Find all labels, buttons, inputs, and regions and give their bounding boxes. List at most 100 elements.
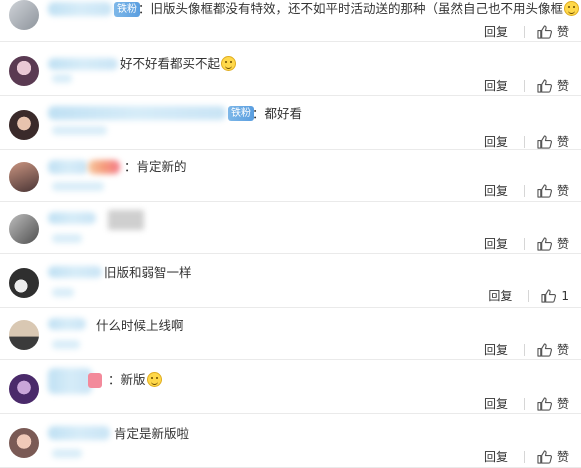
blurred-text xyxy=(52,182,104,191)
divider xyxy=(523,135,525,148)
like-button[interactable]: 赞 xyxy=(537,235,569,252)
like-label: 赞 xyxy=(556,184,569,198)
thumbs-up-icon xyxy=(537,78,552,93)
avatar[interactable] xyxy=(9,214,39,244)
reply-button[interactable]: 回复 xyxy=(484,23,508,40)
like-button[interactable]: 赞 xyxy=(537,395,569,412)
avatar[interactable] xyxy=(9,0,39,30)
username-blurred[interactable] xyxy=(48,426,110,440)
username-blurred[interactable] xyxy=(48,318,86,330)
like-label: 赞 xyxy=(556,397,569,411)
username-blurred[interactable] xyxy=(48,160,88,174)
comment-text: ：都好看 xyxy=(252,106,303,121)
divider xyxy=(523,79,525,92)
blurred-text xyxy=(52,288,74,297)
avatar[interactable] xyxy=(9,268,39,298)
thumbs-up-icon xyxy=(541,288,557,303)
fan-badge: 铁粉 xyxy=(114,2,140,17)
comment-text: 什么时候上线啊 xyxy=(96,318,184,333)
blurred-text xyxy=(52,449,82,458)
comment-actions: 回复 赞 xyxy=(484,182,569,199)
reply-button[interactable]: 回复 xyxy=(484,133,508,150)
comment-actions: 回复 赞 xyxy=(484,341,569,358)
avatar[interactable] xyxy=(9,320,39,350)
reply-button[interactable]: 回复 xyxy=(484,77,508,94)
reply-button[interactable]: 回复 xyxy=(488,287,512,304)
divider xyxy=(528,289,530,302)
fan-badge: 铁粉 xyxy=(228,106,254,121)
emoji-icon xyxy=(564,1,580,16)
comment-text: 旧版和弱智一样 xyxy=(104,265,192,280)
comment-actions: 回复 1 xyxy=(488,287,569,304)
divider xyxy=(523,343,525,356)
username-blurred[interactable] xyxy=(48,2,112,16)
fan-badge xyxy=(88,373,102,388)
reply-button[interactable]: 回复 xyxy=(484,448,508,465)
reply-button[interactable]: 回复 xyxy=(484,182,508,199)
username-blurred[interactable] xyxy=(48,266,102,278)
username-blurred[interactable] xyxy=(48,212,96,224)
like-button[interactable]: 赞 xyxy=(537,133,569,150)
comment-actions: 回复 赞 xyxy=(484,77,569,94)
username-blurred[interactable] xyxy=(48,368,92,394)
username-blurred[interactable] xyxy=(48,106,226,120)
like-label: 赞 xyxy=(556,135,569,149)
avatar[interactable] xyxy=(9,162,39,192)
comment-text: 肯定是新版啦 xyxy=(114,426,190,441)
like-button[interactable]: 赞 xyxy=(537,341,569,358)
comment-item: 肯定是新版啦 回复 赞 xyxy=(0,416,581,468)
comment-text: 好不好看都买不起 xyxy=(120,56,237,72)
avatar[interactable] xyxy=(9,374,39,404)
avatar[interactable] xyxy=(9,56,39,86)
blurred-text xyxy=(52,74,72,83)
thumbs-up-icon xyxy=(537,24,552,39)
divider xyxy=(523,184,525,197)
thumbs-up-icon xyxy=(537,396,552,411)
comment-item: 铁粉 ：旧版头像框都没有特效，还不如平时活动送的那种（虽然自己也不用头像框 回复… xyxy=(0,0,581,42)
reply-button[interactable]: 回复 xyxy=(484,341,508,358)
comment-item: 旧版和弱智一样 回复 1 xyxy=(0,256,581,308)
thumbs-up-icon xyxy=(537,342,552,357)
divider xyxy=(523,450,525,463)
like-label: 赞 xyxy=(556,343,569,357)
avatar[interactable] xyxy=(9,428,39,458)
comment-item: 回复 赞 xyxy=(0,202,581,254)
username-blurred[interactable] xyxy=(48,58,118,70)
comment-item: 好不好看都买不起 回复 赞 xyxy=(0,44,581,96)
like-button[interactable]: 赞 xyxy=(537,77,569,94)
avatar[interactable] xyxy=(9,110,39,140)
like-button[interactable]: 赞 xyxy=(537,448,569,465)
like-label: 赞 xyxy=(556,237,569,251)
blurred-text xyxy=(52,234,82,243)
emoji-icon xyxy=(146,372,162,387)
comment-item: 铁粉 ：都好看 回复 赞 xyxy=(0,98,581,150)
like-button[interactable]: 赞 xyxy=(537,182,569,199)
comment-item: 什么时候上线啊 回复 赞 xyxy=(0,308,581,360)
thumbs-up-icon xyxy=(537,236,552,251)
username-blurred xyxy=(88,160,120,174)
comment-text: ：肯定新的 xyxy=(124,159,187,174)
blurred-text xyxy=(52,340,80,349)
comment-actions: 回复 赞 xyxy=(484,235,569,252)
divider xyxy=(523,397,525,410)
reply-button[interactable]: 回复 xyxy=(484,395,508,412)
divider xyxy=(523,237,525,250)
like-button[interactable]: 1 xyxy=(541,289,569,303)
reply-button[interactable]: 回复 xyxy=(484,235,508,252)
comment-item: ：新版 回复 赞 xyxy=(0,362,581,414)
blurred-text xyxy=(108,210,144,230)
blurred-text xyxy=(52,126,107,135)
thumbs-up-icon xyxy=(537,449,552,464)
like-count: 1 xyxy=(561,288,569,303)
like-button[interactable]: 赞 xyxy=(537,23,569,40)
comment-text: ：新版 xyxy=(108,372,162,388)
comment-actions: 回复 赞 xyxy=(484,395,569,412)
like-label: 赞 xyxy=(556,25,569,39)
comment-text: ：旧版头像框都没有特效，还不如平时活动送的那种（虽然自己也不用头像框 xyxy=(138,1,580,17)
comment-actions: 回复 赞 xyxy=(484,133,569,150)
thumbs-up-icon xyxy=(537,134,552,149)
comment-actions: 回复 赞 xyxy=(484,448,569,465)
emoji-icon xyxy=(221,56,237,71)
thumbs-up-icon xyxy=(537,183,552,198)
like-label: 赞 xyxy=(556,79,569,93)
